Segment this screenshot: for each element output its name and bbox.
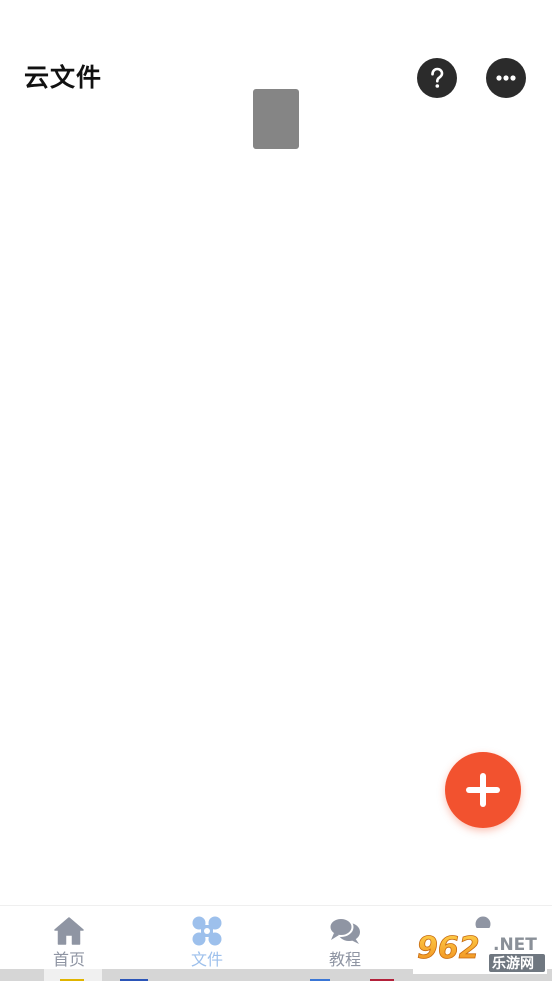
home-icon — [51, 914, 87, 948]
chat-bubbles-icon — [327, 914, 363, 948]
page-title: 云文件 — [24, 63, 103, 92]
loading-placeholder — [253, 89, 299, 149]
nav-label-home: 首页 — [52, 950, 85, 969]
nav-label-tutorial: 教程 — [328, 950, 361, 969]
plus-icon — [466, 773, 500, 807]
add-file-button[interactable] — [445, 752, 521, 828]
files-icon — [189, 914, 225, 948]
watermark-suffix: .NET — [493, 935, 537, 955]
help-button[interactable] — [417, 58, 457, 98]
more-horizontal-icon — [496, 75, 516, 81]
nav-item-home[interactable]: 首页 — [0, 906, 138, 969]
nav-item-files[interactable]: 文件 — [138, 906, 276, 969]
nav-label-files: 文件 — [190, 950, 223, 969]
watermark-logo: 962 .NET 乐游网 — [413, 928, 547, 974]
question-icon — [431, 67, 444, 88]
watermark-subtitle: 乐游网 — [492, 955, 534, 972]
header: 云文件 — [0, 0, 552, 160]
watermark-number: 962 — [417, 931, 480, 966]
more-button[interactable] — [486, 58, 526, 98]
app-screen: 云文件 首页 文件 教程 962 .NET 乐游网 — [0, 0, 552, 981]
nav-item-tutorial[interactable]: 教程 — [276, 906, 414, 969]
